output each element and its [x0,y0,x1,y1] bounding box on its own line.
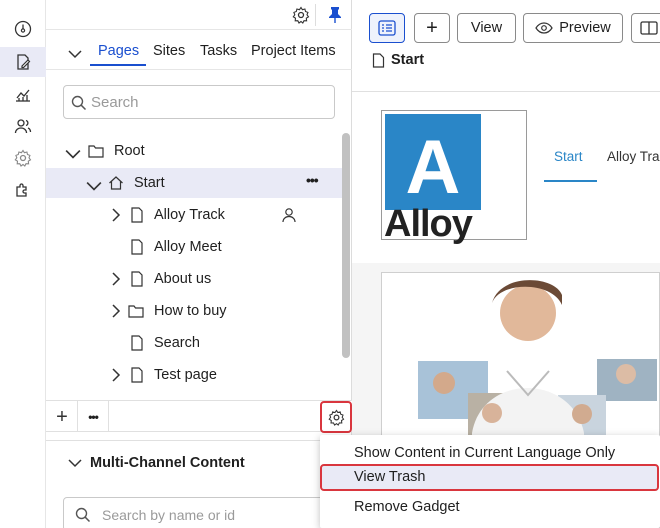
view-button[interactable]: View [457,13,516,43]
tab-project-items[interactable]: Project Items [251,43,336,59]
search-icon [75,507,91,523]
pane-toolbar [46,0,352,30]
tree-node-alloy-track[interactable]: Alloy Track [46,200,342,230]
toolbar-divider [108,401,109,432]
add-content-button[interactable]: + [414,13,450,43]
toolbar-divider [315,4,316,26]
tree-node-label: Root [114,143,145,159]
page-title: Start [391,52,425,68]
chevron-right-icon[interactable] [108,367,124,383]
content-toolbar: + View Preview Start [352,0,660,92]
menu-item-view-trash[interactable]: View Trash [320,464,659,491]
active-tab-indicator [90,64,146,66]
search-placeholder: Search [91,94,139,111]
edit-pages-icon[interactable] [0,47,46,77]
tree-node-root[interactable]: Root [46,136,342,166]
chevron-right-icon[interactable] [108,207,124,223]
eye-icon [535,22,553,34]
gadget-title: Multi-Channel Content [90,455,245,471]
search-icon [71,95,87,111]
more-options-icon[interactable]: ••• [306,172,319,188]
gadget-settings-button[interactable] [320,401,352,433]
logo-mark: A [385,114,481,210]
gadget-context-menu: Show Content in Current Language Only Vi… [320,435,660,528]
page-icon [131,367,143,383]
tabs-divider [46,69,352,70]
pane-settings-icon[interactable] [288,2,314,28]
reports-icon[interactable] [0,80,46,110]
home-icon [109,176,123,190]
logo-letter: A [405,125,461,210]
search-placeholder: Search by name or id [102,507,236,523]
menu-item-show-current-language[interactable]: Show Content in Current Language Only [320,440,660,467]
tree-view-icon [378,20,396,36]
folder-icon [128,305,144,318]
tab-sites[interactable]: Sites [153,43,185,59]
page-icon [131,271,143,287]
compare-button[interactable] [631,13,660,43]
tree-node-label: Search [154,335,200,351]
navigation-pane: Pages Sites Tasks Project Items Search R… [46,0,352,528]
multi-channel-content-gadget: Multi-Channel Content Search by name or … [46,440,352,528]
menu-item-label: Remove Gadget [354,499,460,515]
gear-icon [327,408,344,426]
logo-wordmark: Alloy [384,203,473,245]
page-icon [131,239,143,255]
chevron-down-icon[interactable] [86,178,102,194]
add-button[interactable]: + [49,404,75,430]
folder-icon [88,145,104,158]
compare-icon [640,21,658,35]
page-search-input[interactable]: Search [63,85,335,119]
dashboard-icon[interactable] [0,14,46,44]
global-nav-rail [0,0,46,528]
page-icon [131,207,143,223]
page-icon [131,335,143,351]
tree-node-label: How to buy [154,303,227,319]
tree-node-label: Start [134,175,165,191]
tab-pages[interactable]: Pages [98,43,139,59]
site-nav-start[interactable]: Start [554,149,583,164]
pin-icon[interactable] [322,2,348,28]
tree-node-label: Alloy Meet [154,239,222,255]
menu-item-label: View Trash [354,469,426,485]
cms-editor: Pages Sites Tasks Project Items Search R… [0,0,660,528]
menu-item-label: Show Content in Current Language Only [354,445,616,461]
tab-tasks[interactable]: Tasks [200,43,237,59]
toolbar-divider [77,401,78,432]
active-nav-indicator [544,180,597,182]
toggle-tree-button[interactable] [369,13,405,43]
users-icon[interactable] [0,111,46,141]
tree-node-start[interactable]: Start ••• [46,168,342,198]
content-search-input[interactable]: Search by name or id [63,497,335,528]
collapse-chevron-icon[interactable] [68,46,82,64]
chevron-right-icon[interactable] [108,303,124,319]
chevron-down-icon[interactable] [65,146,81,162]
pane-tabs: Pages Sites Tasks Project Items [46,34,352,68]
chevron-right-icon[interactable] [108,271,124,287]
site-nav-alloy-track[interactable]: Alloy Tra [607,149,660,164]
user-icon [282,208,296,223]
menu-item-remove-gadget[interactable]: Remove Gadget [320,494,660,521]
pane-bottom-toolbar: + ••• [46,400,352,433]
settings-icon[interactable] [0,143,46,173]
alloy-logo[interactable]: A Alloy [381,110,527,245]
tree-node-label: About us [154,271,212,287]
tree-scrollbar[interactable] [342,133,350,358]
preview-label: Preview [559,20,611,36]
tree-node-how-to-buy[interactable]: How to buy [46,296,342,326]
more-options-button[interactable]: ••• [80,404,106,430]
preview-button[interactable]: Preview [523,13,623,43]
tree-node-about-us[interactable]: About us [46,264,342,294]
tree-node-label: Test page [154,367,217,383]
page-icon [372,53,385,68]
tree-node-search[interactable]: Search [46,328,342,358]
tree-node-alloy-meet[interactable]: Alloy Meet [46,232,342,262]
addons-icon[interactable] [0,175,46,205]
tree-node-test-page[interactable]: Test page [46,360,342,390]
tree-node-label: Alloy Track [154,207,225,223]
chevron-down-icon[interactable] [68,458,82,468]
